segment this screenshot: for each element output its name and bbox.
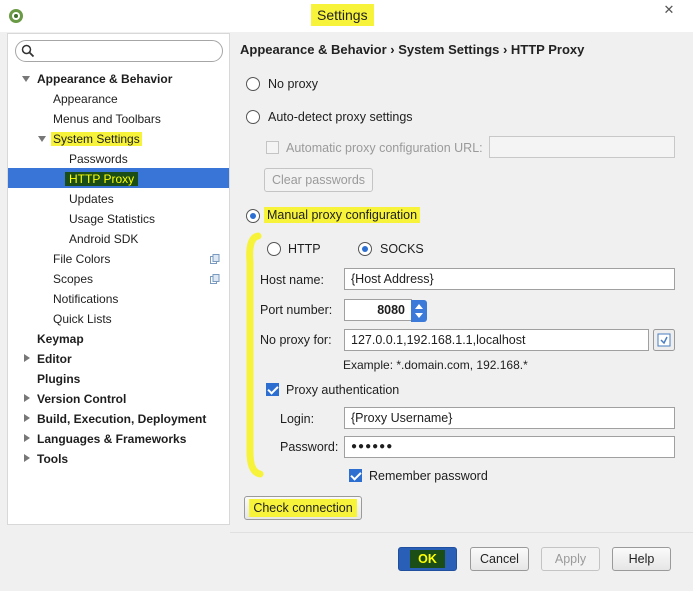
no-proxy-label: No proxy: [268, 77, 319, 91]
host-name-input[interactable]: {Host Address}: [344, 268, 675, 290]
collapse-arrow-icon[interactable]: [24, 354, 30, 362]
auto-config-url-checkbox[interactable]: [266, 141, 279, 154]
tree-item-passwords[interactable]: Passwords: [69, 149, 128, 169]
no-proxy-for-label: No proxy for:: [260, 333, 332, 347]
port-number-label: Port number:: [260, 303, 333, 317]
tree-item-tools[interactable]: Tools: [37, 449, 68, 469]
tree-item-keymap[interactable]: Keymap: [37, 329, 84, 349]
breadcrumb: Appearance & Behavior › System Settings …: [240, 42, 585, 57]
tree-item-build[interactable]: Build, Execution, Deployment: [37, 409, 206, 429]
proxy-auth-checkbox[interactable]: [266, 383, 279, 396]
login-label: Login:: [280, 412, 315, 426]
tree-item-version-control[interactable]: Version Control: [37, 389, 126, 409]
collapse-arrow-icon[interactable]: [24, 434, 30, 442]
password-input[interactable]: ●●●●●●: [344, 436, 675, 458]
port-spinner-icon[interactable]: [411, 300, 427, 322]
help-button[interactable]: Help: [612, 547, 671, 571]
socks-label: SOCKS: [380, 242, 424, 256]
login-input[interactable]: {Proxy Username}: [344, 407, 675, 429]
footer-divider: [230, 532, 693, 533]
http-radio[interactable]: [267, 242, 281, 256]
auto-config-url-label: Automatic proxy configuration URL:: [286, 141, 483, 155]
project-level-icon: [210, 274, 220, 284]
search-input[interactable]: [15, 40, 223, 62]
tree-item-http-proxy[interactable]: HTTP Proxy: [65, 169, 139, 189]
clear-passwords-button[interactable]: Clear passwords: [264, 168, 373, 192]
android-studio-icon: [9, 9, 23, 23]
no-proxy-example: Example: *.domain.com, 192.168.*: [343, 358, 528, 372]
socks-radio[interactable]: [358, 242, 372, 256]
manual-proxy-radio[interactable]: [246, 209, 260, 223]
auto-detect-label: Auto-detect proxy settings: [268, 110, 413, 124]
tree-item-appearance-behavior[interactable]: Appearance & Behavior: [37, 69, 172, 89]
tree-item-menus-toolbars[interactable]: Menus and Toolbars: [53, 109, 161, 129]
manual-proxy-label: Manual proxy configuration: [264, 206, 421, 224]
check-connection-button[interactable]: Check connection: [244, 496, 362, 520]
cancel-button[interactable]: Cancel: [470, 547, 529, 571]
tree-item-plugins[interactable]: Plugins: [37, 369, 80, 389]
highlight-bracket-icon: [246, 232, 264, 478]
host-name-label: Host name:: [260, 273, 324, 287]
tree-item-editor[interactable]: Editor: [37, 349, 72, 369]
expand-arrow-icon[interactable]: [22, 76, 30, 82]
tree-item-scopes[interactable]: Scopes: [53, 269, 93, 289]
tree-item-appearance[interactable]: Appearance: [53, 89, 118, 109]
no-proxy-for-input[interactable]: 127.0.0.1,192.168.1.1,localhost: [344, 329, 649, 351]
close-button[interactable]: ✕: [654, 2, 684, 22]
ok-label: OK: [410, 550, 445, 568]
tree-item-usage-statistics[interactable]: Usage Statistics: [69, 209, 155, 229]
tree-item-notifications[interactable]: Notifications: [53, 289, 118, 309]
no-proxy-radio[interactable]: [246, 77, 260, 91]
collapse-arrow-icon[interactable]: [24, 414, 30, 422]
remember-password-checkbox[interactable]: [349, 469, 362, 482]
expand-field-icon[interactable]: [653, 329, 675, 351]
search-icon: [21, 44, 35, 58]
check-connection-label: Check connection: [249, 499, 357, 517]
tree-item-quick-lists[interactable]: Quick Lists: [53, 309, 112, 329]
http-label: HTTP: [288, 242, 321, 256]
tree-item-file-colors[interactable]: File Colors: [53, 249, 110, 269]
system-settings-label: System Settings: [51, 132, 142, 146]
collapse-arrow-icon[interactable]: [24, 394, 30, 402]
manual-proxy-text: Manual proxy configuration: [264, 207, 421, 223]
tree-item-languages[interactable]: Languages & Frameworks: [37, 429, 186, 449]
expand-arrow-icon[interactable]: [38, 136, 46, 142]
tree-item-android-sdk[interactable]: Android SDK: [69, 229, 138, 249]
proxy-auth-label: Proxy authentication: [286, 383, 400, 397]
tree-item-system-settings[interactable]: System Settings: [51, 129, 142, 149]
apply-button[interactable]: Apply: [541, 547, 600, 571]
project-level-icon: [210, 254, 220, 264]
http-proxy-label: HTTP Proxy: [65, 172, 139, 186]
auto-detect-radio[interactable]: [246, 110, 260, 124]
tree-item-updates[interactable]: Updates: [69, 189, 114, 209]
password-label: Password:: [280, 440, 339, 454]
collapse-arrow-icon[interactable]: [24, 454, 30, 462]
ok-button[interactable]: OK: [398, 547, 457, 571]
port-number-input[interactable]: 8080: [344, 299, 412, 321]
auto-config-url-input[interactable]: [489, 136, 675, 158]
window-title: Settings: [311, 4, 374, 26]
remember-password-label: Remember password: [369, 469, 488, 483]
